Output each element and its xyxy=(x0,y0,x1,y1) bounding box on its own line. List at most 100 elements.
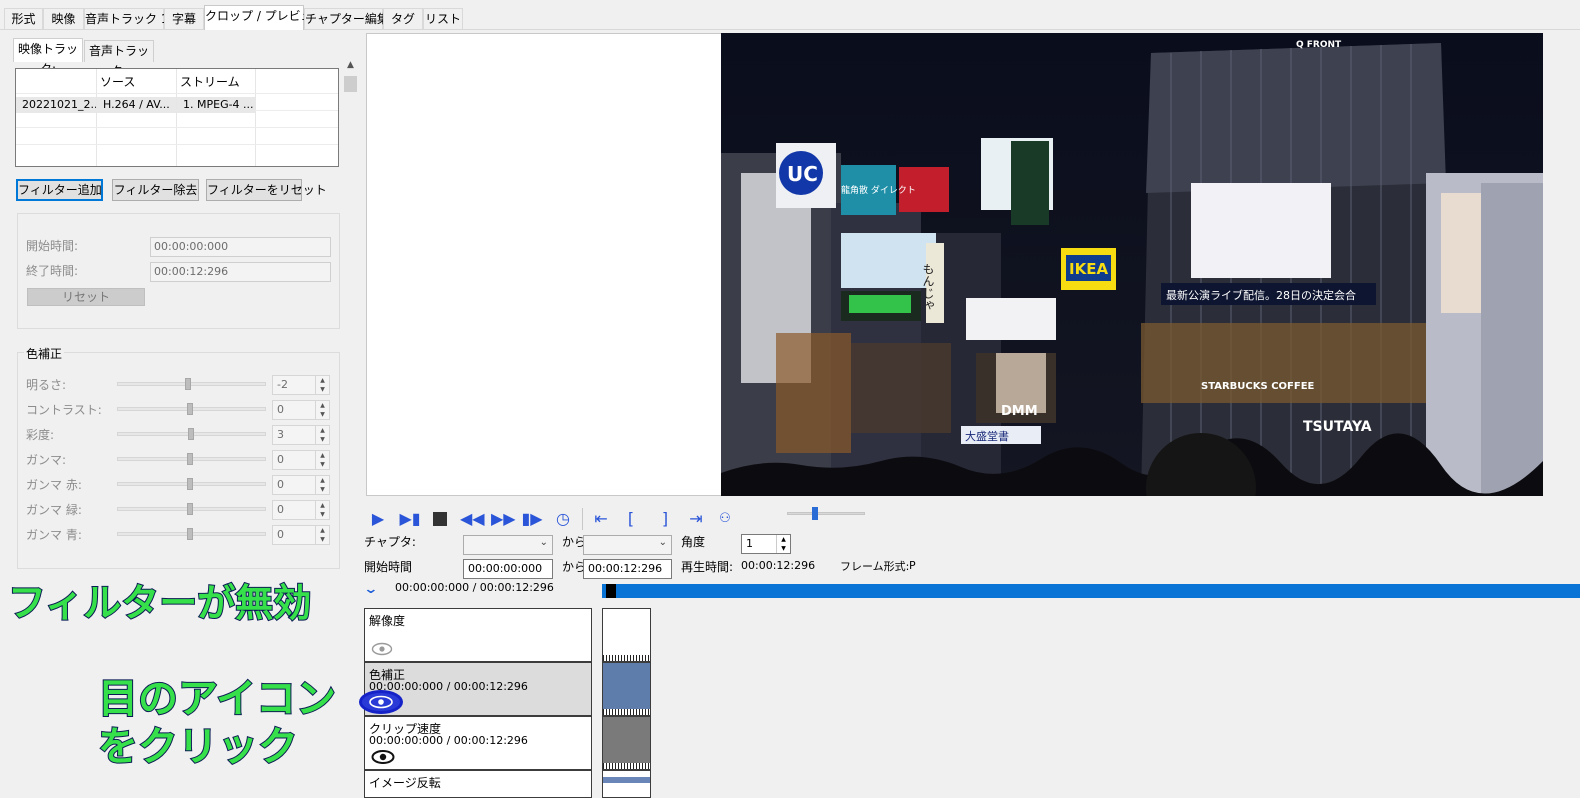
add-filter-button[interactable]: フィルター追加 xyxy=(16,179,103,201)
stepper-down-icon[interactable]: ▼ xyxy=(315,385,329,394)
stepper-down-icon[interactable]: ▼ xyxy=(315,535,329,544)
clock-icon[interactable]: ◷ xyxy=(552,510,574,528)
stepper-up-icon[interactable]: ▲ xyxy=(315,451,329,460)
stepper-down-icon[interactable]: ▼ xyxy=(315,510,329,519)
volume-slider[interactable] xyxy=(787,507,865,520)
color-row-label: 明るさ: xyxy=(26,378,67,392)
color-slider-thumb[interactable] xyxy=(187,478,193,490)
stepper-up-icon[interactable]: ▲ xyxy=(315,501,329,510)
color-slider[interactable] xyxy=(117,378,266,390)
stepper-down-icon[interactable]: ▼ xyxy=(315,460,329,469)
stepper-down-icon[interactable]: ▼ xyxy=(315,410,329,419)
tab-audio-track[interactable]: 音声トラック 1 xyxy=(84,8,168,29)
color-slider-thumb[interactable] xyxy=(187,528,193,540)
color-slider[interactable] xyxy=(117,403,266,415)
scroll-thumb[interactable] xyxy=(344,76,357,92)
color-slider[interactable] xyxy=(117,528,266,540)
subtab-audio-track[interactable]: 音声トラック: xyxy=(84,40,154,78)
column-header-source[interactable]: ソース xyxy=(100,73,135,90)
filter-item-clip-speed[interactable]: クリップ速度 00:00:00:000 / 00:00:12:296 xyxy=(364,716,592,770)
stepper-up-icon[interactable]: ▲ xyxy=(776,535,790,544)
color-slider-thumb[interactable] xyxy=(187,453,193,465)
stop-icon[interactable] xyxy=(429,510,451,528)
moja-sign-text: もんじゃ xyxy=(921,263,935,311)
filter-item-image-flip[interactable]: イメージ反転 xyxy=(364,770,592,798)
volume-slider-thumb[interactable] xyxy=(812,507,818,520)
color-slider[interactable] xyxy=(117,428,266,440)
color-slider-thumb[interactable] xyxy=(185,378,191,390)
start-time-field[interactable]: 00:00:00:000 xyxy=(150,237,331,257)
angle-stepper[interactable]: 1 ▲ ▼ xyxy=(741,534,791,554)
collapse-chevron-icon[interactable]: ⌄ xyxy=(363,582,383,597)
color-slider[interactable] xyxy=(117,453,266,465)
chapter-start-select[interactable]: ⌄ xyxy=(463,535,553,555)
playhead[interactable] xyxy=(606,584,616,598)
color-value-stepper[interactable]: 0 ▲ ▼ xyxy=(272,525,330,545)
fast-forward-icon[interactable]: ▶▶ xyxy=(491,510,516,528)
frame-advance-icon[interactable]: ▮▶ xyxy=(521,510,543,528)
tab-subtitles[interactable]: 字幕 xyxy=(164,8,204,29)
stepper-down-icon[interactable]: ▼ xyxy=(315,435,329,444)
mark-in-icon[interactable]: ⇤ xyxy=(590,510,612,528)
starbucks-sign-text: STARBUCKS COFFEE xyxy=(1201,381,1315,392)
frame-ruler xyxy=(603,655,650,661)
chapter-end-select[interactable]: ⌄ xyxy=(583,535,672,555)
tsutaya-sign-text: TSUTAYA xyxy=(1303,419,1372,435)
color-value-stepper[interactable]: 0 ▲ ▼ xyxy=(272,450,330,470)
stepper-up-icon[interactable]: ▲ xyxy=(315,401,329,410)
stepper-down-icon[interactable]: ▼ xyxy=(315,485,329,494)
step-forward-icon[interactable]: ▶▮ xyxy=(399,510,421,528)
remove-filter-button[interactable]: フィルター除去 xyxy=(112,179,199,201)
annotation-click-eye-2: をクリック xyxy=(97,723,299,771)
eye-icon[interactable] xyxy=(371,749,395,765)
tab-format[interactable]: 形式 xyxy=(4,8,43,29)
rewind-icon[interactable]: ◀◀ xyxy=(460,510,485,528)
color-slider[interactable] xyxy=(117,503,266,515)
frame-ruler xyxy=(603,763,650,769)
color-row-label: ガンマ 赤: xyxy=(26,478,82,492)
bracket-open-icon[interactable]: [ xyxy=(620,510,642,528)
eye-toggle-icon[interactable] xyxy=(359,690,403,714)
stepper-up-icon[interactable]: ▲ xyxy=(315,526,329,535)
color-value-stepper[interactable]: 3 ▲ ▼ xyxy=(272,425,330,445)
volume-icon[interactable]: ⚇ xyxy=(714,510,736,528)
tab-crop-preview[interactable]: クロップ / プレビュー xyxy=(204,5,325,30)
end-time-input[interactable]: 00:00:12:296 xyxy=(583,559,672,579)
end-time-field[interactable]: 00:00:12:296 xyxy=(150,262,331,282)
color-slider-thumb[interactable] xyxy=(188,428,194,440)
play-icon[interactable]: ▶ xyxy=(367,510,389,528)
color-row-label: ガンマ 緑: xyxy=(26,503,82,517)
time-reset-button[interactable]: リセット xyxy=(27,288,145,306)
subtab-video-track[interactable]: 映像トラック: xyxy=(13,38,83,76)
color-value-stepper[interactable]: -2 ▲ ▼ xyxy=(272,375,330,395)
scroll-up-icon[interactable]: ▲ xyxy=(345,60,356,72)
cell-filename: 20221021_2... xyxy=(16,97,96,113)
tab-list[interactable]: リスト xyxy=(423,8,463,29)
color-value-stepper[interactable]: 0 ▲ ▼ xyxy=(272,475,330,495)
filter-item-color-correction[interactable]: 色補正 00:00:00:000 / 00:00:12:296 xyxy=(359,662,592,716)
color-slider-thumb[interactable] xyxy=(187,503,193,515)
range-readout: 00:00:00:000 / 00:00:12:296 xyxy=(395,581,554,594)
stepper-up-icon[interactable]: ▲ xyxy=(315,476,329,485)
color-slider[interactable] xyxy=(117,478,266,490)
stepper-up-icon[interactable]: ▲ xyxy=(315,426,329,435)
color-slider-thumb[interactable] xyxy=(187,403,193,415)
tab-tags[interactable]: タグ xyxy=(383,8,423,29)
mark-out-icon[interactable]: ⇥ xyxy=(685,510,707,528)
color-value: 0 xyxy=(277,478,284,491)
column-header-stream[interactable]: ストリーム xyxy=(180,73,240,90)
stepper-down-icon[interactable]: ▼ xyxy=(776,544,790,553)
filter-item-resolution[interactable]: 解像度 xyxy=(364,608,592,662)
eye-disabled-icon[interactable] xyxy=(371,642,393,656)
tab-video[interactable]: 映像 xyxy=(43,8,84,29)
tab-chapter-edit[interactable]: チャプター編集 xyxy=(304,8,389,29)
color-value-stepper[interactable]: 0 ▲ ▼ xyxy=(272,500,330,520)
stepper-up-icon[interactable]: ▲ xyxy=(315,376,329,385)
timeline-progress-bar[interactable] xyxy=(602,584,1580,598)
start-time-input[interactable]: 00:00:00:000 xyxy=(463,559,553,579)
bracket-close-icon[interactable]: ] xyxy=(654,510,676,528)
color-value-stepper[interactable]: 0 ▲ ▼ xyxy=(272,400,330,420)
reset-filters-button[interactable]: フィルターをリセット xyxy=(206,179,327,201)
chevron-down-icon: ⌄ xyxy=(658,537,667,548)
table-scrollbar[interactable]: ▲ xyxy=(343,60,358,170)
